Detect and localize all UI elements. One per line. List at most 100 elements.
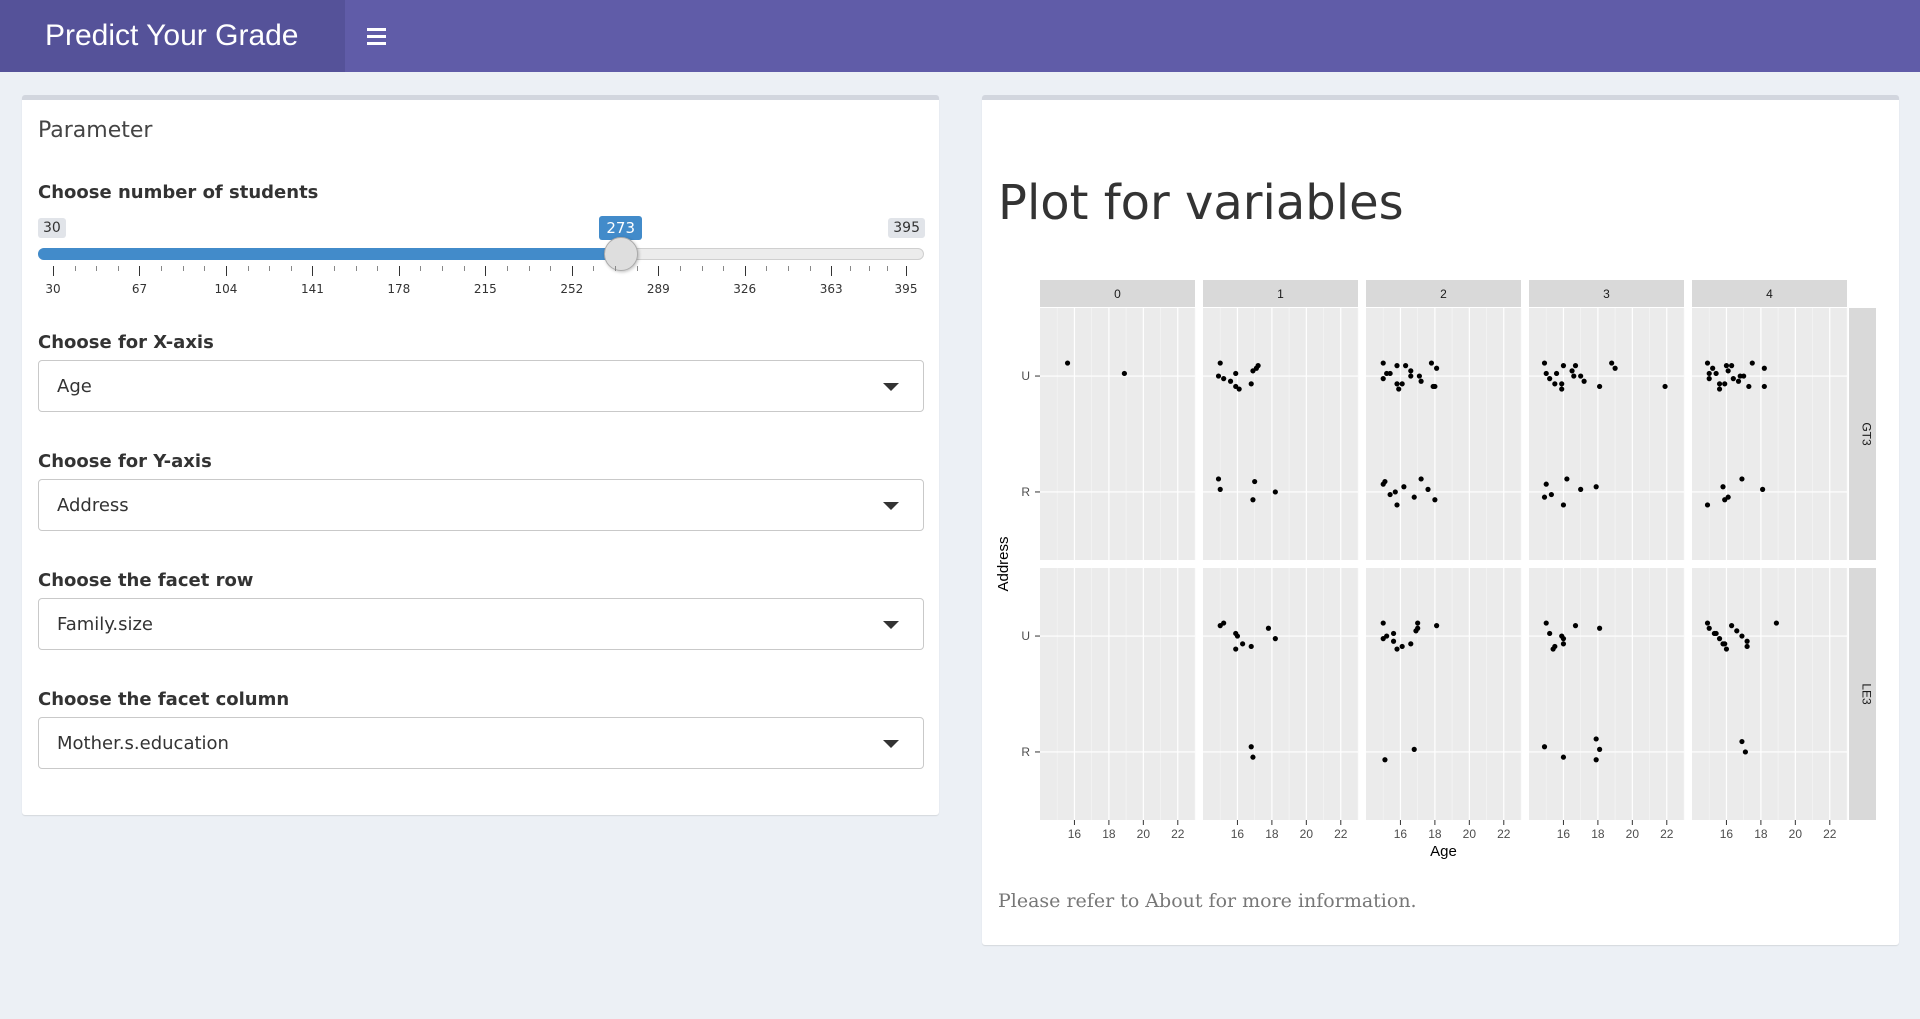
data-point xyxy=(1744,638,1750,644)
data-point xyxy=(1572,623,1579,629)
data-point xyxy=(1390,638,1397,644)
slider-tick-label: 30 xyxy=(45,282,61,296)
data-point xyxy=(1217,360,1223,366)
data-point xyxy=(1739,738,1745,745)
data-point xyxy=(1725,368,1731,374)
y-tick-label: U xyxy=(1021,369,1030,383)
facet-col-label: 3 xyxy=(1603,287,1610,301)
data-point xyxy=(1571,373,1577,379)
data-point xyxy=(1710,365,1716,371)
x-tick-label: 16 xyxy=(1068,827,1082,841)
data-point xyxy=(1553,370,1560,377)
x-tick-label: 16 xyxy=(1720,827,1734,841)
data-point xyxy=(1578,486,1584,492)
slider-tick-label: 363 xyxy=(819,282,843,296)
data-point xyxy=(1432,383,1438,390)
data-point xyxy=(1272,489,1278,495)
slider-tick xyxy=(312,266,314,276)
data-point xyxy=(1408,641,1414,647)
x-tick-label: 16 xyxy=(1231,827,1245,841)
x-tick-label: 20 xyxy=(1137,827,1151,841)
slider-minor-tick xyxy=(868,266,870,271)
data-point xyxy=(1403,363,1409,369)
facet-col-label: 1 xyxy=(1277,287,1284,301)
data-point xyxy=(1735,378,1742,384)
facet-col-label: 2 xyxy=(1440,287,1447,301)
slider-minor-tick xyxy=(766,266,768,271)
slider-minor-tick xyxy=(442,266,444,271)
data-point xyxy=(1543,620,1549,626)
y-axis-label: Choose for Y-axis xyxy=(38,451,212,472)
facet-row-select[interactable]: Family.size xyxy=(38,598,924,650)
slider-minor-tick xyxy=(247,266,249,271)
app-title[interactable]: Predict Your Grade xyxy=(0,0,345,72)
data-point xyxy=(1730,376,1736,382)
data-point xyxy=(1541,744,1548,750)
data-point xyxy=(1396,386,1402,392)
slider-minor-tick xyxy=(182,266,184,271)
data-point xyxy=(1662,383,1668,390)
data-point xyxy=(1713,630,1719,637)
data-point xyxy=(1384,370,1390,377)
facet-col-label: 4 xyxy=(1766,287,1773,301)
slider-minor-tick xyxy=(528,266,530,271)
facet-panel xyxy=(1040,308,1195,560)
data-point xyxy=(1761,365,1767,371)
x-axis-value: Age xyxy=(57,375,92,397)
y-axis-select[interactable]: Address xyxy=(38,479,924,531)
data-point xyxy=(1272,636,1278,642)
data-point xyxy=(1560,754,1567,760)
x-axis-title: Age xyxy=(1430,843,1457,860)
data-point xyxy=(1215,373,1222,379)
data-point xyxy=(1560,641,1567,647)
slider-tick xyxy=(906,266,907,276)
data-point xyxy=(1597,383,1603,390)
data-point xyxy=(1720,484,1726,490)
x-tick-label: 20 xyxy=(1626,827,1640,841)
data-point xyxy=(1227,378,1234,384)
data-point xyxy=(1706,370,1712,377)
data-point xyxy=(1252,478,1258,485)
data-point xyxy=(1418,378,1424,384)
facet-row-label: Choose the facet row xyxy=(38,570,254,591)
facet-col-label: 0 xyxy=(1114,287,1121,301)
data-point xyxy=(1741,373,1747,379)
data-point xyxy=(1742,749,1748,755)
caret-down-icon xyxy=(883,740,899,748)
slider-minor-tick xyxy=(723,266,725,271)
slider-tick-label: 67 xyxy=(131,282,148,296)
x-tick-label: 22 xyxy=(1823,827,1837,841)
slider-minor-tick xyxy=(117,266,119,271)
data-point xyxy=(1597,625,1603,631)
data-point xyxy=(1217,486,1223,492)
x-tick-label: 20 xyxy=(1463,827,1477,841)
data-point xyxy=(1392,489,1398,495)
x-tick-label: 18 xyxy=(1754,827,1768,841)
facet-col-label: Choose the facet column xyxy=(38,689,290,710)
facet-panel xyxy=(1203,568,1358,820)
app-header: Predict Your Grade xyxy=(0,0,1920,72)
slider-handle[interactable] xyxy=(603,237,638,271)
data-point xyxy=(1543,481,1549,487)
caret-down-icon xyxy=(883,621,899,629)
data-point xyxy=(1564,476,1570,482)
x-axis-select[interactable]: Age xyxy=(38,360,924,412)
data-point xyxy=(1597,746,1603,752)
x-tick-label: 18 xyxy=(1428,827,1442,841)
data-point xyxy=(1394,502,1400,508)
y-axis-value: Address xyxy=(57,494,129,516)
slider-tick-label: 252 xyxy=(560,282,584,296)
data-point xyxy=(1380,360,1386,366)
data-point xyxy=(1121,370,1127,377)
data-point xyxy=(1411,494,1417,500)
data-point xyxy=(1552,381,1558,387)
slider-label: Choose number of students xyxy=(38,182,319,203)
slider-tick-label: 395 xyxy=(894,282,918,296)
data-point xyxy=(1744,643,1750,650)
facet-row-label: LE3 xyxy=(1860,683,1874,705)
hamburger-icon[interactable] xyxy=(345,0,407,72)
facet-col-select[interactable]: Mother.s.education xyxy=(38,717,924,769)
slider-minor-tick xyxy=(463,266,465,271)
data-point xyxy=(1233,646,1239,652)
panel-title: Parameter xyxy=(38,118,153,143)
